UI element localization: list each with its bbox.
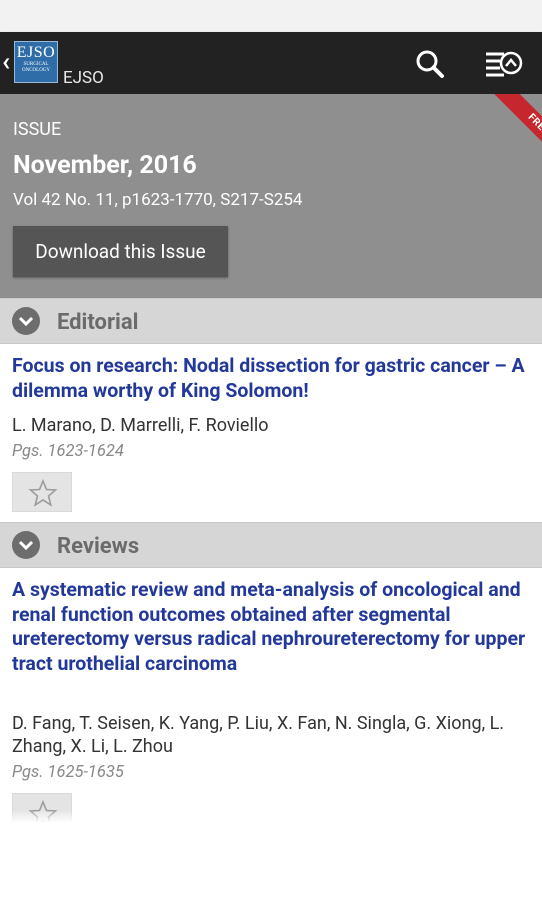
article-title-link[interactable]: Focus on research: Nodal dissection for … [12,354,527,403]
search-button[interactable] [410,46,452,82]
favorite-button[interactable] [12,472,72,512]
section-title: Editorial [57,310,139,335]
article-authors: D. Fang, T. Seisen, K. Yang, P. Liu, X. … [12,713,505,757]
chevron-down-icon [18,540,34,551]
article-pages: Pgs. 1625-1635 [12,763,124,782]
bottom-fade [0,810,542,900]
search-icon [416,50,444,78]
collapse-section-button[interactable] [12,307,40,335]
app-bar: ‹ EJSO SURGICAL ONCOLOGY EJSO [0,32,542,94]
free-ribbon: FREE [489,94,542,174]
section-title: Reviews [57,534,140,559]
status-bar [0,0,542,32]
article-pages: Pgs. 1623-1624 [12,442,124,461]
issue-header: FREE ISSUE November, 2016 Vol 42 No. 11,… [0,94,542,298]
back-chevron-icon[interactable]: ‹ [2,47,10,77]
section-header-editorial[interactable]: Editorial [0,298,542,344]
star-icon [28,479,58,507]
section-header-reviews[interactable]: Reviews [0,522,542,568]
logo-text: EJSO [16,44,56,61]
issue-date: November, 2016 [13,151,197,180]
download-issue-button[interactable]: Download this Issue [13,226,228,277]
logo-subtext: SURGICAL ONCOLOGY [21,62,51,73]
chevron-down-icon [18,316,34,327]
article-authors: L. Marano, D. Marrelli, F. Roviello [12,415,269,436]
issue-volume: Vol 42 No. 11, p1623-1770, S217-S254 [13,190,303,210]
collapse-section-button[interactable] [12,531,40,559]
app-title: EJSO [63,68,104,88]
article-title-link[interactable]: A systematic review and meta-analysis of… [12,578,527,676]
issue-label: ISSUE [13,119,62,140]
table-of-contents-icon [486,51,523,77]
table-of-contents-button[interactable] [482,46,524,82]
journal-logo[interactable]: EJSO SURGICAL ONCOLOGY [14,41,58,83]
